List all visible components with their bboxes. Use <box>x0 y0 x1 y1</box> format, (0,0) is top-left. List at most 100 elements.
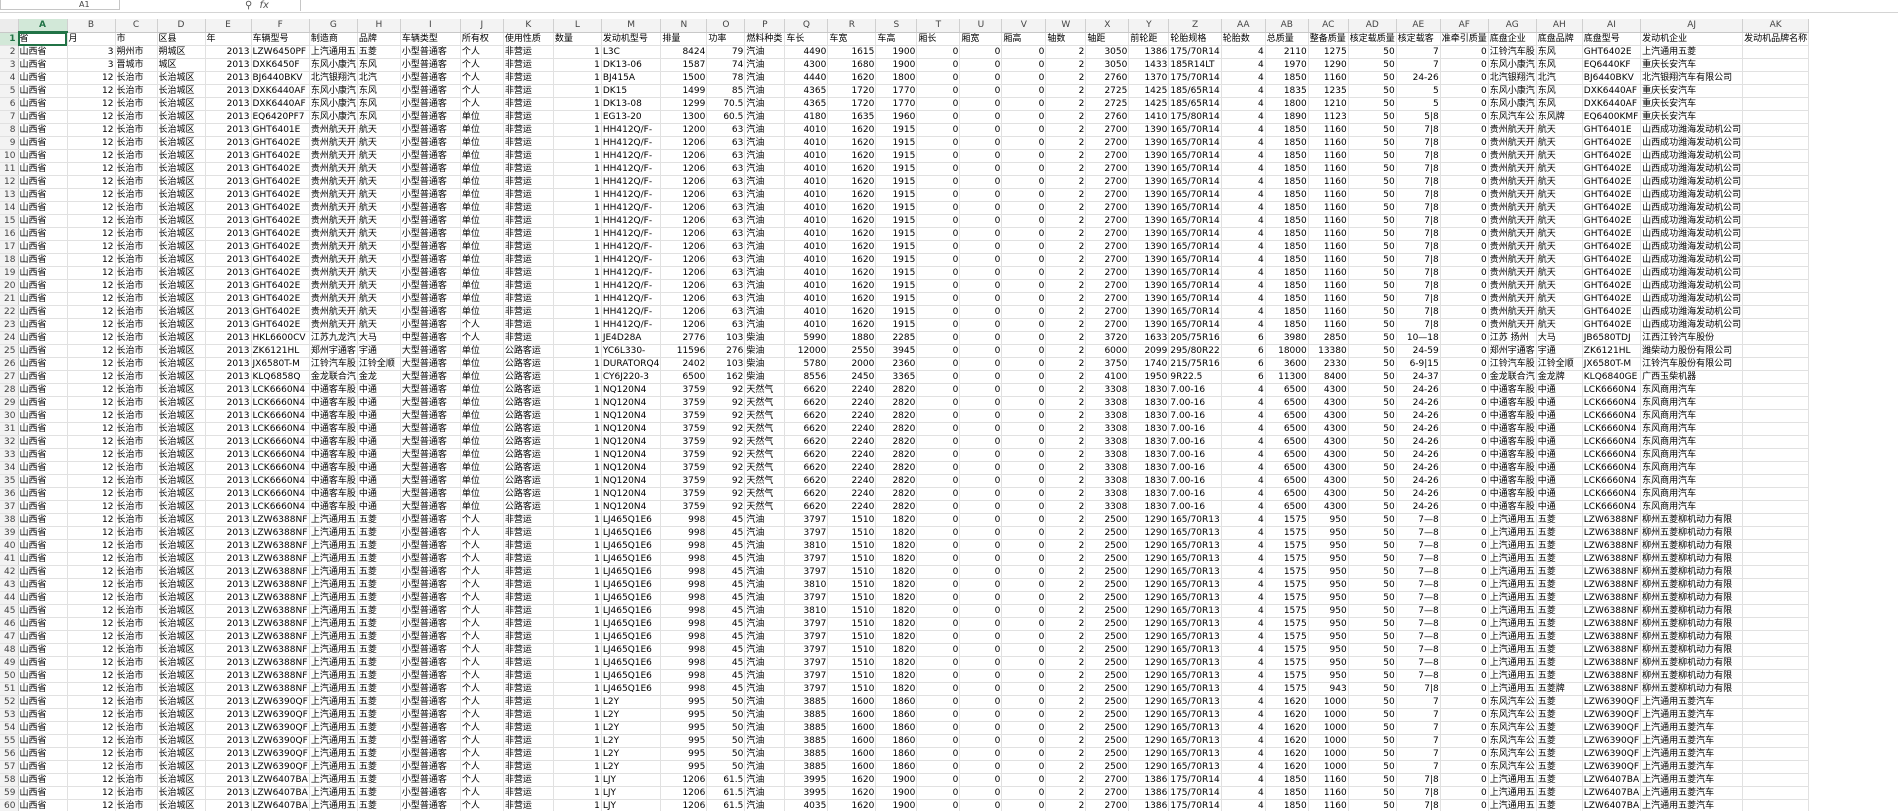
cell[interactable]: 山西省 <box>18 643 68 657</box>
cell[interactable]: 1620 <box>827 266 877 280</box>
cell[interactable]: 五菱 <box>357 799 401 811</box>
cell[interactable]: 东风汽车公 <box>1488 747 1537 761</box>
cell[interactable]: 0 <box>916 786 961 800</box>
cell[interactable]: 航天 <box>1536 201 1583 215</box>
cell[interactable]: 1620 <box>1265 695 1309 709</box>
cell[interactable]: 1 <box>553 734 602 748</box>
cell[interactable]: 1 <box>553 305 602 319</box>
cell[interactable]: 995 <box>660 695 708 709</box>
cell[interactable]: 小型普通客 <box>400 539 461 553</box>
cell[interactable]: 0 <box>916 344 961 358</box>
cell[interactable]: GHT6402E <box>1582 136 1642 150</box>
cell[interactable]: 小型普通客 <box>400 565 461 579</box>
cell[interactable]: 0 <box>959 721 1003 735</box>
cell[interactable]: 贵州航天开 <box>309 227 358 241</box>
cell[interactable]: 厢长 <box>916 32 961 46</box>
cell[interactable]: 2500 <box>1085 643 1130 657</box>
cell[interactable]: 2500 <box>1085 565 1130 579</box>
cell[interactable]: 单位 <box>460 305 504 319</box>
cell[interactable]: 165/70R13 <box>1168 552 1222 566</box>
cell[interactable]: GHT6402E <box>1582 318 1642 332</box>
cell[interactable]: 1575 <box>1265 578 1309 592</box>
cell[interactable]: 50 <box>1348 526 1397 540</box>
cell[interactable]: 1820 <box>875 552 918 566</box>
row-header[interactable]: 41 <box>0 552 19 566</box>
cell[interactable]: 0 <box>1440 461 1489 475</box>
cell[interactable]: LZW6407BA <box>251 799 310 811</box>
cell[interactable] <box>1742 461 1810 475</box>
cell[interactable]: 0 <box>959 175 1003 189</box>
cell[interactable]: 1915 <box>875 149 918 163</box>
cell[interactable]: 1 <box>553 84 602 98</box>
cell[interactable]: 非营运 <box>503 97 554 111</box>
cell[interactable]: 4 <box>1221 175 1266 189</box>
cell[interactable]: 3308 <box>1085 409 1130 423</box>
cell[interactable]: 总质量 <box>1265 32 1309 46</box>
cell[interactable]: 非营运 <box>503 708 554 722</box>
cell[interactable]: 165/70R14 <box>1168 149 1222 163</box>
cell[interactable]: 山西省 <box>18 539 68 553</box>
cell[interactable]: 2013 <box>205 279 252 293</box>
cell[interactable]: 非营运 <box>503 773 554 787</box>
cell[interactable]: 重庆长安汽车 <box>1640 84 1744 98</box>
cell[interactable]: 山西成功潍海发动机公司 <box>1640 123 1744 137</box>
cell[interactable]: 长治城区 <box>157 292 206 306</box>
cell[interactable]: 非营运 <box>503 760 554 774</box>
cell[interactable]: 0 <box>1001 604 1047 618</box>
cell[interactable]: 公路客运 <box>503 487 554 501</box>
cell[interactable]: 江铃汽车股 <box>1488 357 1537 371</box>
cell[interactable]: 6-9|15 <box>1396 357 1441 371</box>
cell[interactable]: 5 <box>1396 97 1441 111</box>
cell[interactable]: 3759 <box>660 435 708 449</box>
cell[interactable]: 上汽通用五菱汽车 <box>1640 786 1744 800</box>
cell[interactable]: 0 <box>916 188 961 202</box>
cell[interactable]: 165/70R14 <box>1168 253 1222 267</box>
cell[interactable]: 上汽通用五 <box>309 773 358 787</box>
cell[interactable]: 0 <box>1440 279 1489 293</box>
cell[interactable]: 1620 <box>827 253 877 267</box>
cell[interactable]: 3945 <box>875 344 918 358</box>
cell[interactable]: 柳州五菱柳机动力有限 <box>1640 578 1744 592</box>
row-header[interactable]: 35 <box>0 474 19 488</box>
cell[interactable]: 1600 <box>827 721 877 735</box>
cell[interactable]: 小型普通客 <box>400 58 461 72</box>
cell[interactable]: 2240 <box>827 422 877 436</box>
cell[interactable]: 中通 <box>1536 474 1583 488</box>
cell[interactable]: 长治城区 <box>157 487 206 501</box>
cell[interactable]: 1275 <box>1308 45 1349 59</box>
cell[interactable]: 1390 <box>1128 162 1170 176</box>
cell[interactable]: 上汽通用五 <box>309 630 358 644</box>
cell[interactable]: 45 <box>706 591 746 605</box>
cell[interactable]: 0 <box>1440 97 1489 111</box>
cell[interactable]: 2700 <box>1085 227 1130 241</box>
cell[interactable]: 宇通 <box>1536 344 1583 358</box>
cell[interactable]: 3365 <box>875 370 918 384</box>
cell[interactable]: 航天 <box>1536 292 1583 306</box>
cell[interactable]: 12 <box>67 474 116 488</box>
cell[interactable]: 山西省 <box>18 422 68 436</box>
cell[interactable]: 0 <box>916 695 961 709</box>
cell[interactable]: 长治城区 <box>157 253 206 267</box>
cell[interactable]: 长治城区 <box>157 786 206 800</box>
cell[interactable]: 2500 <box>1085 539 1130 553</box>
cell[interactable]: 0 <box>1440 318 1489 332</box>
row-header[interactable]: 6 <box>0 97 19 111</box>
cell[interactable]: 1950 <box>1128 370 1170 384</box>
cell[interactable]: 2013 <box>205 110 252 124</box>
cell[interactable]: 998 <box>660 578 708 592</box>
cell[interactable]: 上汽通用五 <box>1488 591 1537 605</box>
cell[interactable]: 中通 <box>1536 396 1583 410</box>
cell[interactable]: 小型普通客 <box>400 136 461 150</box>
cell[interactable]: 0 <box>1001 500 1047 514</box>
cell[interactable]: 汽油 <box>744 188 786 202</box>
cell[interactable]: 中通 <box>357 435 401 449</box>
cell[interactable]: 长治市 <box>115 747 158 761</box>
cell[interactable]: 2500 <box>1085 604 1130 618</box>
cell[interactable]: LJ465Q1E6 <box>601 513 662 527</box>
cell[interactable]: 6500 <box>1265 487 1309 501</box>
cell[interactable]: 五菱 <box>1536 760 1583 774</box>
cell[interactable]: 中通客车股 <box>1488 487 1537 501</box>
cell[interactable]: 五菱 <box>1536 591 1583 605</box>
cell[interactable]: 大型普通客 <box>400 370 461 384</box>
cell[interactable]: 2360 <box>875 357 918 371</box>
